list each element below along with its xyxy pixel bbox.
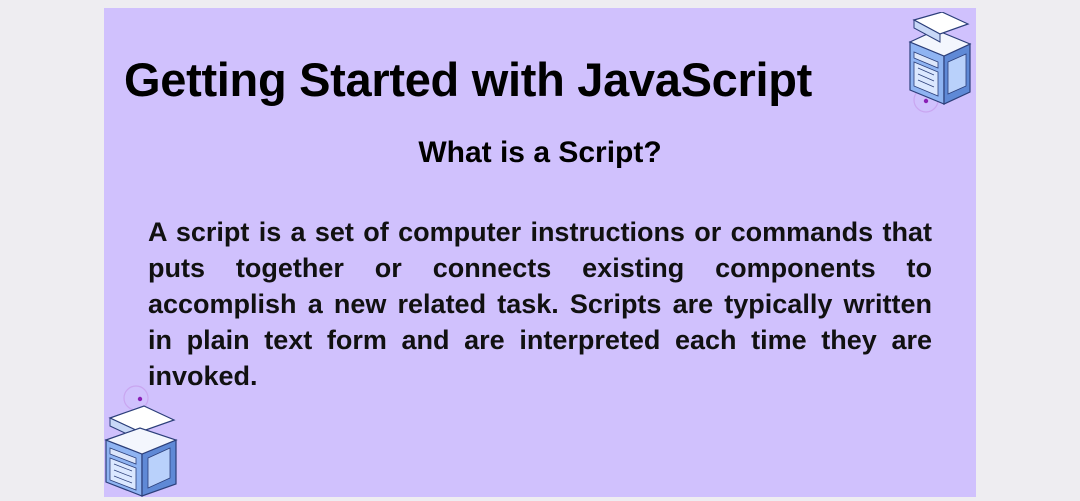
slide-subtitle: What is a Script? [418, 136, 662, 169]
computer-illustration-icon [104, 385, 178, 497]
slide: Getting Started with JavaScript What is … [104, 8, 976, 497]
computer-illustration-icon [908, 12, 972, 113]
slide-body-text: A script is a set of computer instructio… [148, 217, 932, 391]
slide-title: Getting Started with JavaScript [124, 53, 813, 106]
